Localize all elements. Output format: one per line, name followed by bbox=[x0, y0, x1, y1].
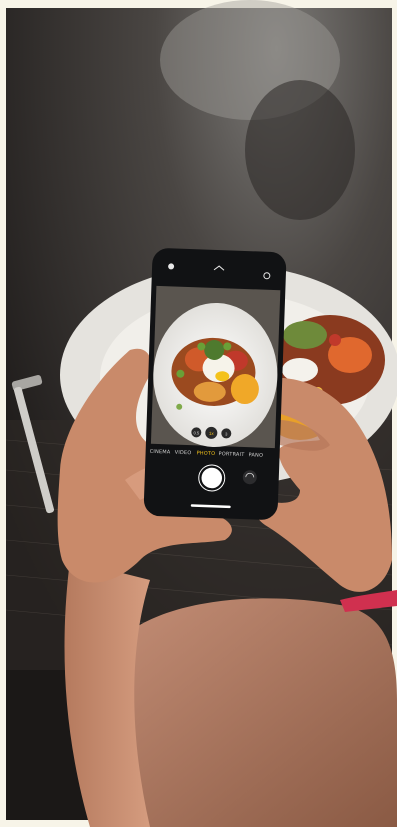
phone: 0.5 1x 3 CINEMA VIDEO PHOTO PORTRAIT PAN… bbox=[143, 248, 287, 520]
mode-cinema[interactable]: CINEMA bbox=[150, 449, 171, 456]
shoulder bbox=[104, 598, 397, 827]
mode-video[interactable]: VIDEO bbox=[175, 450, 192, 457]
mode-pano[interactable]: PANO bbox=[248, 452, 263, 459]
shutter-button[interactable] bbox=[200, 466, 224, 490]
table-shadow-glass bbox=[245, 80, 355, 220]
zoom-0-5: 0.5 bbox=[193, 430, 200, 435]
photo-scene: 0.5 1x 3 CINEMA VIDEO PHOTO PORTRAIT PAN… bbox=[0, 0, 397, 827]
mode-portrait[interactable]: PORTRAIT bbox=[218, 451, 245, 458]
mode-photo[interactable]: PHOTO bbox=[196, 450, 215, 457]
